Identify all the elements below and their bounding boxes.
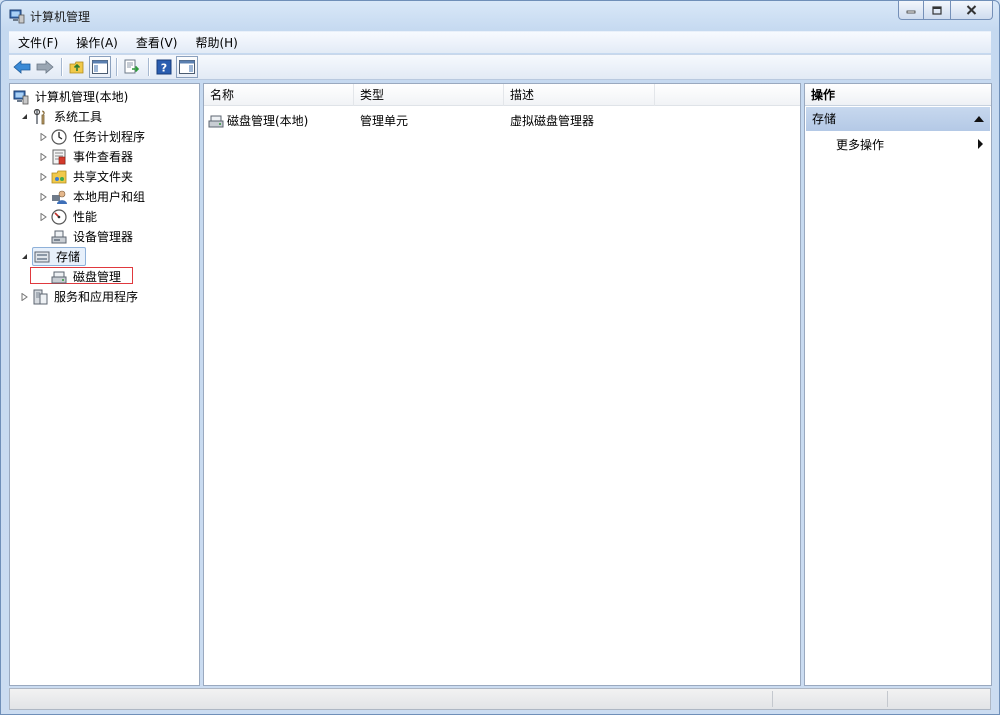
collapse-up-icon[interactable] bbox=[974, 116, 984, 122]
help-button[interactable]: ? bbox=[153, 56, 175, 78]
action-pane-icon bbox=[179, 60, 195, 74]
tree-label-performance: 性能 bbox=[73, 210, 98, 224]
collapsed-arrow-icon[interactable] bbox=[19, 292, 29, 302]
tree-item-storage[interactable]: 存储 bbox=[19, 247, 87, 266]
toolbar: ? bbox=[9, 54, 991, 80]
list-header: 名称 类型 描述 bbox=[204, 84, 800, 106]
console-tree-icon bbox=[92, 60, 108, 74]
back-arrow-icon bbox=[13, 60, 31, 74]
users-icon bbox=[52, 190, 67, 204]
forward-button[interactable] bbox=[34, 56, 56, 78]
status-segment bbox=[887, 691, 990, 707]
action-section-storage[interactable]: 存储 bbox=[806, 107, 990, 131]
tree-label-shared-folders: 共享文件夹 bbox=[73, 170, 134, 184]
disk-management-icon bbox=[208, 115, 224, 127]
collapsed-arrow-icon[interactable] bbox=[38, 172, 48, 182]
cell-description: 虚拟磁盘管理器 bbox=[510, 114, 595, 128]
svg-text:?: ? bbox=[161, 62, 167, 75]
title-bar[interactable]: 计算机管理 bbox=[1, 1, 999, 30]
tree-storage-selection[interactable]: 存储 bbox=[32, 247, 87, 266]
tree-item-shared-folders[interactable]: 共享文件夹 bbox=[38, 167, 135, 186]
menu-action[interactable]: 操作(A) bbox=[67, 33, 127, 53]
tree-label-services: 服务和应用程序 bbox=[54, 290, 139, 304]
status-segment bbox=[772, 691, 887, 707]
show-hide-console-tree-button[interactable] bbox=[89, 56, 111, 78]
cell-type: 管理单元 bbox=[360, 114, 409, 128]
column-header-type[interactable]: 类型 bbox=[354, 84, 504, 106]
tree-item-event-viewer[interactable]: 事件查看器 bbox=[38, 147, 135, 166]
services-icon bbox=[33, 289, 48, 304]
computer-management-window: 计算机管理 文件(F) 操作(A) 查看(V) 帮助(H) ? 计算机管理(本地… bbox=[0, 0, 1000, 715]
performance-icon bbox=[51, 208, 67, 225]
list-item[interactable]: 磁盘管理(本地) 管理单元 虚拟磁盘管理器 bbox=[204, 111, 655, 130]
computer-management-icon bbox=[9, 9, 25, 24]
column-header-name[interactable]: 名称 bbox=[204, 84, 354, 106]
tools-icon bbox=[33, 108, 45, 124]
tree-item-device-manager[interactable]: 设备管理器 bbox=[51, 227, 135, 246]
minimize-icon bbox=[906, 10, 916, 14]
menu-bar: 文件(F) 操作(A) 查看(V) 帮助(H) bbox=[9, 31, 991, 53]
help-icon: ? bbox=[156, 59, 172, 75]
tree-item-root[interactable]: 计算机管理(本地) bbox=[13, 87, 130, 106]
back-button[interactable] bbox=[11, 56, 33, 78]
toolbar-separator bbox=[61, 58, 62, 76]
tree-item-task-scheduler[interactable]: 任务计划程序 bbox=[38, 127, 147, 146]
tree-item-disk-management[interactable]: 磁盘管理 bbox=[51, 267, 123, 286]
forward-arrow-icon bbox=[36, 60, 54, 74]
menu-help[interactable]: 帮助(H) bbox=[186, 33, 246, 53]
device-manager-icon bbox=[51, 230, 67, 243]
tree-item-local-users[interactable]: 本地用户和组 bbox=[38, 187, 147, 206]
storage-icon bbox=[34, 251, 50, 262]
expanded-arrow-icon[interactable] bbox=[19, 252, 29, 262]
expanded-arrow-icon[interactable] bbox=[19, 112, 29, 122]
menu-view[interactable]: 查看(V) bbox=[127, 33, 187, 53]
disk-management-icon bbox=[51, 271, 67, 283]
console-tree: 计算机管理(本地) 系统工具 任务计划程序 事件查看器 共享文件夹 本地用户和组 bbox=[9, 83, 200, 686]
close-button[interactable] bbox=[950, 1, 993, 20]
tree-label-local-users: 本地用户和组 bbox=[73, 190, 146, 204]
tree-label-event-viewer: 事件查看器 bbox=[73, 150, 134, 164]
action-pane-header: 操作 bbox=[805, 84, 991, 106]
up-one-level-button[interactable] bbox=[66, 56, 88, 78]
tree-label-root: 计算机管理(本地) bbox=[35, 90, 129, 104]
window-controls bbox=[898, 1, 993, 21]
more-actions-item[interactable]: 更多操作 bbox=[836, 136, 884, 153]
result-list-pane: 名称 类型 描述 磁盘管理(本地) 管理单元 虚拟磁盘管理器 bbox=[203, 83, 801, 686]
shared-folder-icon bbox=[51, 170, 67, 183]
window-title: 计算机管理 bbox=[30, 10, 91, 24]
collapsed-arrow-icon[interactable] bbox=[38, 192, 48, 202]
toolbar-separator bbox=[148, 58, 149, 76]
event-log-icon bbox=[52, 149, 66, 164]
tree-label-device-manager: 设备管理器 bbox=[73, 230, 134, 244]
export-list-icon bbox=[124, 59, 140, 74]
collapsed-arrow-icon[interactable] bbox=[38, 132, 48, 142]
submenu-arrow-icon[interactable] bbox=[978, 139, 983, 149]
action-section-label: 存储 bbox=[812, 112, 837, 126]
minimize-button[interactable] bbox=[898, 1, 924, 20]
toolbar-separator bbox=[116, 58, 117, 76]
computer-management-icon bbox=[13, 90, 29, 104]
tree-label-storage: 存储 bbox=[56, 250, 81, 264]
tree-label-task-scheduler: 任务计划程序 bbox=[73, 130, 146, 144]
collapsed-arrow-icon[interactable] bbox=[38, 212, 48, 222]
action-pane: 操作 存储 更多操作 bbox=[804, 83, 992, 686]
tree-item-services[interactable]: 服务和应用程序 bbox=[19, 287, 140, 306]
close-icon bbox=[966, 5, 977, 15]
cell-name: 磁盘管理(本地) bbox=[204, 112, 354, 129]
maximize-button[interactable] bbox=[924, 1, 950, 20]
folder-up-icon bbox=[69, 61, 84, 74]
export-list-button[interactable] bbox=[121, 56, 143, 78]
cell-name-text: 磁盘管理(本地) bbox=[227, 114, 309, 128]
tree-item-system-tools[interactable]: 系统工具 bbox=[19, 107, 104, 126]
maximize-icon bbox=[932, 5, 942, 15]
column-header-description[interactable]: 描述 bbox=[504, 84, 655, 106]
clock-icon bbox=[51, 128, 67, 145]
menu-file[interactable]: 文件(F) bbox=[9, 33, 67, 53]
status-bar bbox=[9, 688, 991, 710]
show-hide-action-pane-button[interactable] bbox=[176, 56, 198, 78]
tree-label-system-tools: 系统工具 bbox=[54, 110, 103, 124]
collapsed-arrow-icon[interactable] bbox=[38, 152, 48, 162]
tree-label-disk-management: 磁盘管理 bbox=[73, 270, 122, 284]
tree-item-performance[interactable]: 性能 bbox=[38, 207, 99, 226]
